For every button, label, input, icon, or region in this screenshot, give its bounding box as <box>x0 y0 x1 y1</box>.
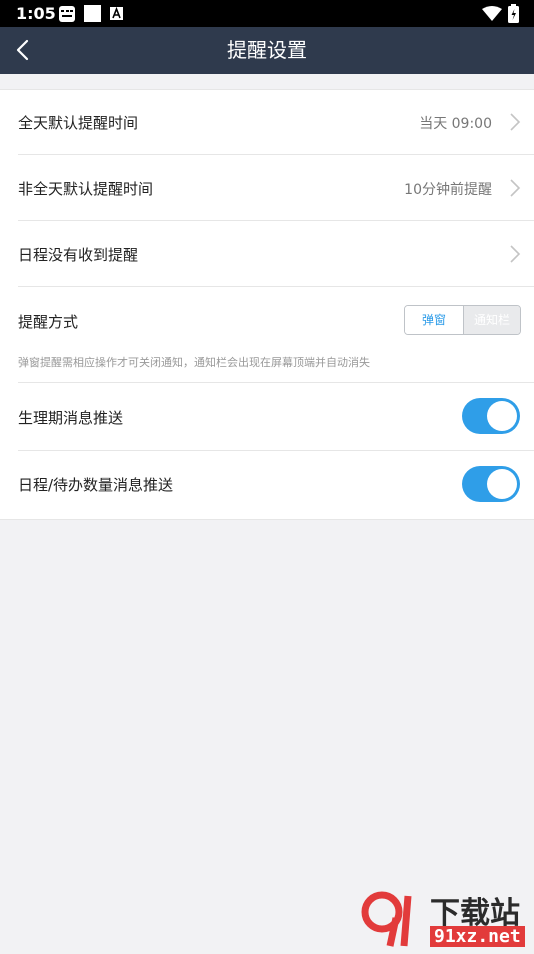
watermark-url: 91xz.net <box>430 926 525 947</box>
setting-label: 日程没有收到提醒 <box>18 246 139 264</box>
setting-label: 非全天默认提醒时间 <box>18 180 154 198</box>
status-time: 1:05 <box>16 4 56 23</box>
setting-label: 生理期消息推送 <box>18 409 124 427</box>
setting-label: 日程/待办数量消息推送 <box>18 476 174 494</box>
keyboard-notification-icon <box>59 6 75 22</box>
remind-mode-popup-option[interactable]: 弹窗 <box>405 306 464 334</box>
setting-label: 全天默认提醒时间 <box>18 114 139 132</box>
setting-value: 当天 09:00 <box>419 116 492 132</box>
remind-mode-label: 提醒方式 <box>18 313 79 331</box>
toggle-knob <box>487 469 517 499</box>
toggle-knob <box>487 401 517 431</box>
setting-row-all-day-time[interactable]: 全天默认提醒时间 当天 09:00 <box>18 89 534 155</box>
page-title: 提醒设置 <box>227 38 307 62</box>
status-bar: 1:05 <box>0 0 534 27</box>
setting-row-no-reminder-received[interactable]: 日程没有收到提醒 <box>18 221 534 287</box>
chevron-right-icon <box>510 113 521 131</box>
chevron-right-icon <box>510 179 521 197</box>
battery-icon <box>508 4 519 23</box>
wifi-icon <box>482 6 502 21</box>
title-bar: 提醒设置 <box>0 27 534 74</box>
chevron-right-icon <box>510 245 521 263</box>
schedule-todo-push-toggle[interactable] <box>462 466 520 502</box>
square-notification-icon <box>84 5 101 22</box>
font-notification-icon <box>110 7 123 20</box>
remind-mode-notification-bar-option[interactable]: 通知栏 <box>464 306 520 334</box>
remind-mode-hint: 弹窗提醒需相应操作才可关闭通知，通知栏会出现在屏幕顶端并自动消失 <box>18 356 370 369</box>
watermark-logo: 下载站 91xz.net <box>360 888 534 950</box>
remind-mode-segmented-control: 弹窗 通知栏 <box>404 305 521 335</box>
period-push-toggle[interactable] <box>462 398 520 434</box>
setting-row-schedule-todo-push: 日程/待办数量消息推送 <box>18 451 534 517</box>
setting-row-non-all-day-time[interactable]: 非全天默认提醒时间 10分钟前提醒 <box>18 155 534 221</box>
setting-row-period-push: 生理期消息推送 <box>18 383 534 451</box>
setting-value: 10分钟前提醒 <box>404 182 492 198</box>
